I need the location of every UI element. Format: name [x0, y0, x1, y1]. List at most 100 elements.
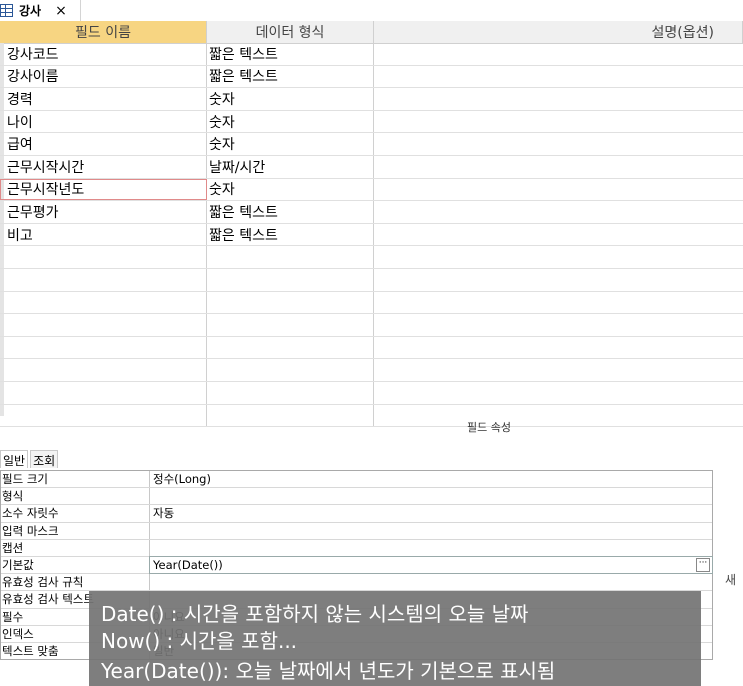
column-header-description[interactable]: 설명(옵션)	[374, 21, 743, 43]
property-row: 형식	[1, 488, 712, 506]
field-name-cell[interactable]	[0, 314, 207, 336]
property-row: 필드 크기 정수(Long)	[1, 471, 712, 489]
property-value-field[interactable]	[150, 574, 712, 590]
field-name-cell[interactable]	[0, 336, 207, 359]
property-name: 기본값	[1, 556, 150, 574]
field-name-cell[interactable]	[0, 268, 207, 291]
data-type-cell[interactable]	[207, 336, 374, 359]
table-row[interactable]: 비고 짧은 텍스트	[0, 223, 743, 247]
description-cell[interactable]	[374, 111, 743, 133]
field-name-cell[interactable]: 근무평가	[0, 201, 207, 223]
property-name: 입력 마스크	[1, 522, 150, 539]
data-type-cell[interactable]	[207, 246, 374, 268]
expression-builder-button[interactable]: ···	[696, 557, 710, 572]
table-row[interactable]: 근무시작년도 숫자	[0, 178, 743, 202]
data-type-cell[interactable]	[207, 404, 374, 427]
field-name-cell[interactable]: 강사코드	[0, 43, 207, 65]
tab-general[interactable]: 일반	[0, 450, 29, 468]
field-rows: 강사코드 짧은 텍스트 강사이름 짧은 텍스트 경력 숫자 나이 숫자 급여 숫자 근무시작시간 날짜…	[0, 43, 743, 428]
property-name: 필드 크기	[1, 471, 150, 488]
tab-bar: 강사 ×	[0, 0, 743, 21]
field-name-cell[interactable]: 근무시작시간	[0, 155, 207, 178]
description-cell[interactable]	[374, 246, 743, 268]
description-cell[interactable]	[374, 179, 743, 201]
table-row[interactable]	[0, 381, 743, 405]
table-row[interactable]: 강사코드 짧은 텍스트	[0, 43, 743, 66]
table-row[interactable]	[0, 359, 743, 382]
caption-line-3: Year(Date()): 오늘 날짜에서 년도가 기본으로 표시됨	[101, 659, 556, 683]
description-cell[interactable]	[374, 405, 743, 427]
description-cell[interactable]	[374, 359, 743, 381]
description-cell[interactable]	[374, 88, 743, 110]
table-row[interactable]	[0, 246, 743, 269]
description-cell[interactable]	[374, 382, 743, 404]
description-cell[interactable]	[374, 156, 743, 178]
data-type-cell[interactable]: 날짜/시간	[207, 155, 374, 178]
table-row[interactable]: 경력 숫자	[0, 88, 743, 111]
property-value-field[interactable]	[150, 540, 712, 556]
data-type-cell[interactable]: 짧은 텍스트	[207, 65, 374, 88]
data-type-cell[interactable]: 짧은 텍스트	[207, 223, 374, 246]
field-name-cell[interactable]: 근무시작년도	[0, 178, 207, 201]
property-tabs: 일반 조회	[0, 450, 60, 468]
description-cell[interactable]	[374, 66, 743, 88]
field-name-cell[interactable]: 강사이름	[0, 65, 207, 88]
field-name-cell[interactable]	[0, 246, 207, 268]
description-cell[interactable]	[374, 133, 743, 155]
data-type-cell[interactable]: 숫자	[207, 133, 374, 155]
field-name-cell[interactable]: 비고	[0, 223, 207, 246]
description-cell[interactable]	[374, 201, 743, 223]
column-header-data-type[interactable]: 데이터 형식	[207, 21, 374, 43]
field-properties-label: 필드 속성	[467, 421, 511, 434]
caption-overlay: Date() : 시간을 포함하지 않는 시스템의 오늘 날짜 Now() : …	[89, 591, 701, 686]
property-value-field[interactable]	[150, 523, 712, 539]
caption-line-2: Now() : 시간을 포함...	[101, 629, 298, 653]
table-row[interactable]: 근무평가 짧은 텍스트	[0, 201, 743, 224]
description-cell[interactable]	[374, 43, 743, 65]
field-name-cell[interactable]	[0, 291, 207, 314]
property-value-field[interactable]	[150, 488, 712, 504]
table-row[interactable]: 급여 숫자	[0, 133, 743, 156]
table-row[interactable]	[0, 291, 743, 315]
field-name-cell[interactable]	[0, 381, 207, 404]
table-row[interactable]	[0, 336, 743, 360]
property-value-field[interactable]: Year(Date()) ···	[149, 555, 713, 575]
data-type-cell[interactable]: 숫자	[207, 110, 374, 133]
table-row[interactable]	[0, 314, 743, 337]
tab-table[interactable]: 강사 ×	[0, 0, 81, 21]
table-row[interactable]: 강사이름 짧은 텍스트	[0, 65, 743, 89]
description-cell[interactable]	[374, 314, 743, 336]
field-name-cell[interactable]: 나이	[0, 110, 207, 133]
data-type-cell[interactable]: 숫자	[207, 88, 374, 110]
data-type-cell[interactable]	[207, 268, 374, 291]
property-value: 정수(Long)	[153, 472, 211, 487]
data-type-cell[interactable]	[207, 359, 374, 381]
description-cell[interactable]	[374, 292, 743, 314]
table-row[interactable]	[0, 268, 743, 292]
field-name-cell[interactable]	[0, 404, 207, 427]
field-name-cell[interactable]: 경력	[0, 88, 207, 110]
tab-lookup[interactable]: 조회	[30, 450, 59, 468]
data-type-cell[interactable]: 숫자	[207, 178, 374, 201]
data-type-cell[interactable]	[207, 314, 374, 336]
description-cell[interactable]	[374, 337, 743, 359]
description-cell[interactable]	[374, 269, 743, 291]
caption-line-1: Date() : 시간을 포함하지 않는 시스템의 오늘 날짜	[101, 602, 529, 626]
table-icon	[0, 4, 13, 17]
data-type-cell[interactable]	[207, 291, 374, 314]
field-name-cell[interactable]	[0, 359, 207, 381]
column-header-field-name[interactable]: 필드 이름	[0, 21, 207, 43]
data-type-cell[interactable]	[207, 381, 374, 404]
table-row[interactable]	[0, 404, 743, 428]
table-row[interactable]: 근무시작시간 날짜/시간	[0, 155, 743, 179]
property-name: 유효성 검사 규칙	[1, 574, 150, 591]
data-type-cell[interactable]: 짧은 텍스트	[207, 201, 374, 223]
table-row[interactable]: 나이 숫자	[0, 110, 743, 134]
side-text: 새	[725, 573, 737, 587]
field-name-cell[interactable]: 급여	[0, 133, 207, 155]
description-cell[interactable]	[374, 224, 743, 246]
close-icon[interactable]: ×	[55, 3, 67, 19]
property-value-field[interactable]: 자동	[150, 505, 712, 521]
property-value-field[interactable]: 정수(Long)	[150, 471, 712, 487]
data-type-cell[interactable]: 짧은 텍스트	[207, 43, 374, 65]
